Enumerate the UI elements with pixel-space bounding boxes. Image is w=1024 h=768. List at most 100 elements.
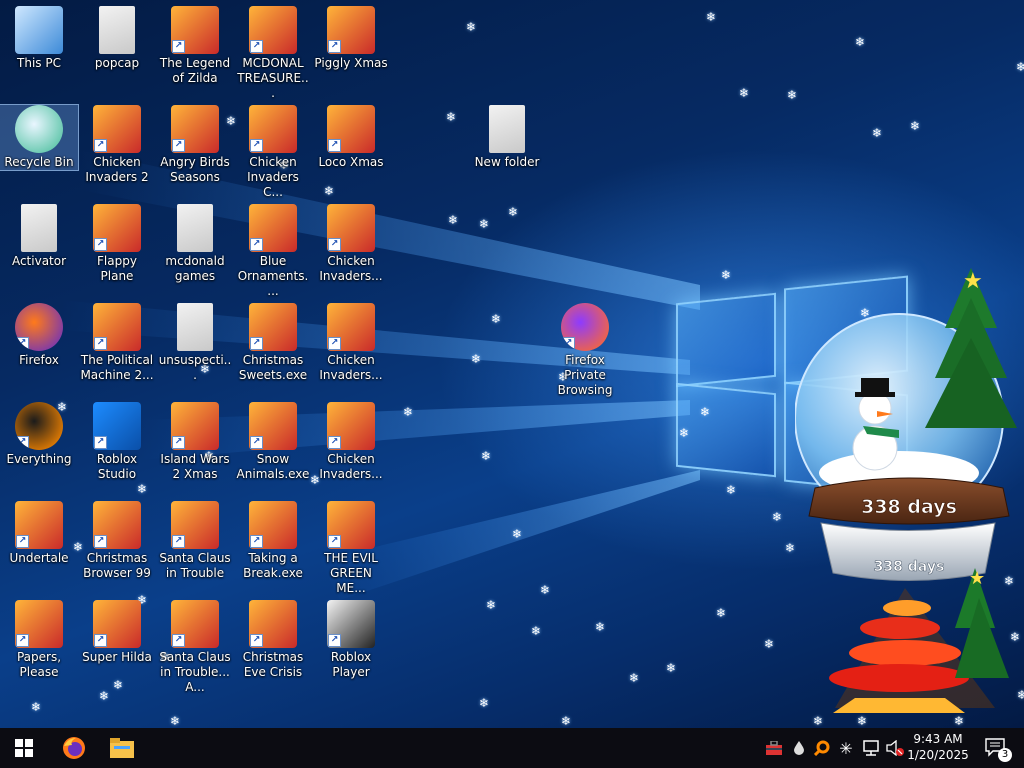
desktop-icon[interactable]: ↗ Roblox Studio	[78, 402, 156, 482]
desktop-icon[interactable]: ↗ Chicken Invaders C...	[234, 105, 312, 200]
desktop-icon[interactable]: popcap	[78, 6, 156, 71]
desktop-icon[interactable]: Recycle Bin	[0, 104, 79, 171]
taskbar-file-explorer-button[interactable]	[98, 728, 146, 768]
desktop-icon-label: Papers, Please	[16, 650, 62, 679]
tray-toolbox-icon	[766, 741, 782, 755]
desktop-icon[interactable]: ↗ Firefox Private Browsing	[546, 303, 624, 398]
droplet-icon	[794, 741, 804, 755]
desktop-icon[interactable]: ↗ Everything	[0, 402, 78, 467]
tray-droplet-button[interactable]	[790, 728, 808, 768]
desktop-icon[interactable]: ↗ The Political Machine 2...	[78, 303, 156, 383]
file-explorer-icon	[110, 738, 134, 758]
snowflake: ❄	[466, 20, 477, 34]
desktop-icon[interactable]: ↗ Flappy Plane	[78, 204, 156, 284]
tray-app-icon[interactable]	[764, 728, 784, 768]
desktop-icon[interactable]: ↗ Undertale	[0, 501, 78, 566]
network-icon	[863, 740, 879, 756]
desktop-icon[interactable]: ↗ Taking a Break.exe	[234, 501, 312, 581]
tray-clock[interactable]: 9:43 AM 1/20/2025	[898, 731, 978, 763]
game-icon: ↗	[249, 6, 297, 54]
desktop-icon[interactable]: ↗ Piggly Xmas	[312, 6, 390, 71]
desktop-icon-label: Activator	[11, 254, 67, 268]
shortcut-arrow-icon: ↗	[328, 238, 341, 251]
shortcut-arrow-icon: ↗	[172, 40, 185, 53]
desktop-icon[interactable]: ↗ Loco Xmas	[312, 105, 390, 170]
notification-count-badge: 3	[998, 748, 1012, 762]
desktop-icon[interactable]: unsuspecti...	[156, 303, 234, 383]
snowflake: ❄	[486, 598, 497, 612]
snowflake: ❄	[448, 213, 459, 227]
desktop-icon-label: Roblox Studio	[96, 452, 138, 481]
tray-everything-button[interactable]	[812, 728, 832, 768]
shortcut-arrow-icon: ↗	[16, 535, 29, 548]
game-icon: ↗	[249, 600, 297, 648]
snowflake: ❄	[910, 119, 921, 133]
desktop-icon[interactable]: ↗ The Legend of Zilda	[156, 6, 234, 86]
desktop[interactable]: ❄ ❄ ❄ ❄ ❄ ❄ ❄ ❄ ❄ ❄ ❄ ❄ ❄ ❄ ❄ ❄ ❄ ❄ ❄ ❄ ❄ ❄ ❄ ❄ ❄ ❄ ❄ ❄ ❄ ❄ ❄ ❄ ❄ ❄ ❄ ❄ ❄ ❄ ❄ ❄…	[0, 0, 1024, 728]
shortcut-arrow-icon: ↗	[250, 139, 263, 152]
desktop-icon[interactable]: ↗ Chicken Invaders 2	[78, 105, 156, 185]
desktop-icon-label: Super Hilda	[82, 650, 152, 664]
desktop-icon-label: Chicken Invaders 2	[85, 155, 149, 184]
start-button[interactable]	[0, 728, 48, 768]
snowflake: ❄	[855, 35, 866, 49]
shortcut-arrow-icon: ↗	[16, 436, 29, 449]
desktop-icon[interactable]: Activator	[0, 204, 78, 269]
game-icon: ↗	[249, 204, 297, 252]
snowflake: ❄	[629, 671, 640, 685]
desktop-icon[interactable]: ↗ Christmas Eve Crisis	[234, 600, 312, 680]
desktop-icon-label: Undertale	[9, 551, 69, 565]
desktop-icon[interactable]: ↗ Christmas Browser 99	[78, 501, 156, 581]
desktop-icon[interactable]: ↗ Christmas Sweets.exe	[234, 303, 312, 383]
desktop-icon[interactable]: ↗ Firefox	[0, 303, 78, 368]
desktop-icon[interactable]: ↗ Santa Claus in Trouble... A...	[156, 600, 234, 695]
desktop-icon-label: Taking a Break.exe	[243, 551, 303, 580]
snowflake: ❄	[706, 10, 717, 24]
desktop-icon[interactable]: ↗ Santa Claus in Trouble	[156, 501, 234, 581]
snowflake: ❄	[595, 620, 606, 634]
desktop-icon-label: Piggly Xmas	[314, 56, 388, 70]
snowflake: ❄	[764, 637, 775, 651]
desktop-icon-label: Christmas Browser 99	[83, 551, 151, 580]
desktop-icon[interactable]: ↗ Island Wars 2 Xmas	[156, 402, 234, 482]
desktop-icon-label: Santa Claus in Trouble	[159, 551, 231, 580]
desktop-icon[interactable]: This PC	[0, 6, 78, 71]
desktop-icon[interactable]: ↗ Papers, Please	[0, 600, 78, 680]
desktop-icon[interactable]: New folder	[468, 105, 546, 170]
windows-start-icon	[15, 739, 33, 757]
desktop-icon-label: Santa Claus in Trouble... A...	[159, 650, 231, 694]
desktop-icon[interactable]: ↗ Blue Ornaments....	[234, 204, 312, 299]
desktop-icon[interactable]: ↗ Chicken Invaders...	[312, 204, 390, 284]
tray-snowflake-button[interactable]: ✳	[836, 728, 856, 768]
tray-network-button[interactable]	[860, 728, 882, 768]
action-center-button[interactable]: 3	[978, 728, 1014, 768]
game-icon: ↗	[249, 303, 297, 351]
desktop-icon[interactable]: ↗ Snow Animals.exe	[234, 402, 312, 482]
game-icon: ↗	[93, 303, 141, 351]
snowflake: ❄	[666, 661, 677, 675]
game-icon: ↗	[327, 501, 375, 549]
desktop-icon-label: Chicken Invaders...	[319, 254, 383, 283]
shortcut-arrow-icon: ↗	[328, 436, 341, 449]
tray-date: 1/20/2025	[907, 748, 969, 762]
folder-icon	[489, 105, 525, 153]
desktop-icon-label: MCDONAL TREASURE...	[237, 56, 309, 100]
snowflake: ❄	[772, 510, 783, 524]
desktop-icon[interactable]: ↗ MCDONAL TREASURE...	[234, 6, 312, 101]
desktop-icon[interactable]: ↗ Angry Birds Seasons	[156, 105, 234, 185]
desktop-icon[interactable]: ↗ Roblox Player	[312, 600, 390, 680]
desktop-icon[interactable]: ↗ Super Hilda	[78, 600, 156, 665]
desktop-icon[interactable]: mcdonald games	[156, 204, 234, 284]
desktop-icon[interactable]: ↗ THE EVIL GREEN ME...	[312, 501, 390, 596]
desktop-icon[interactable]: ↗ Chicken Invaders...	[312, 303, 390, 383]
desktop-icon[interactable]: ↗ Chicken Invaders...	[312, 402, 390, 482]
taskbar-firefox-button[interactable]	[50, 728, 98, 768]
snowflake-icon: ✳	[839, 738, 853, 758]
shortcut-arrow-icon: ↗	[250, 634, 263, 647]
tray-time: 9:43 AM	[913, 732, 963, 746]
snowflake: ❄	[540, 583, 551, 597]
snowflake: ❄	[561, 714, 572, 728]
desktop-icon-label: unsuspecti...	[158, 353, 232, 382]
game-icon: ↗	[327, 303, 375, 351]
snowflake: ❄	[721, 268, 732, 282]
